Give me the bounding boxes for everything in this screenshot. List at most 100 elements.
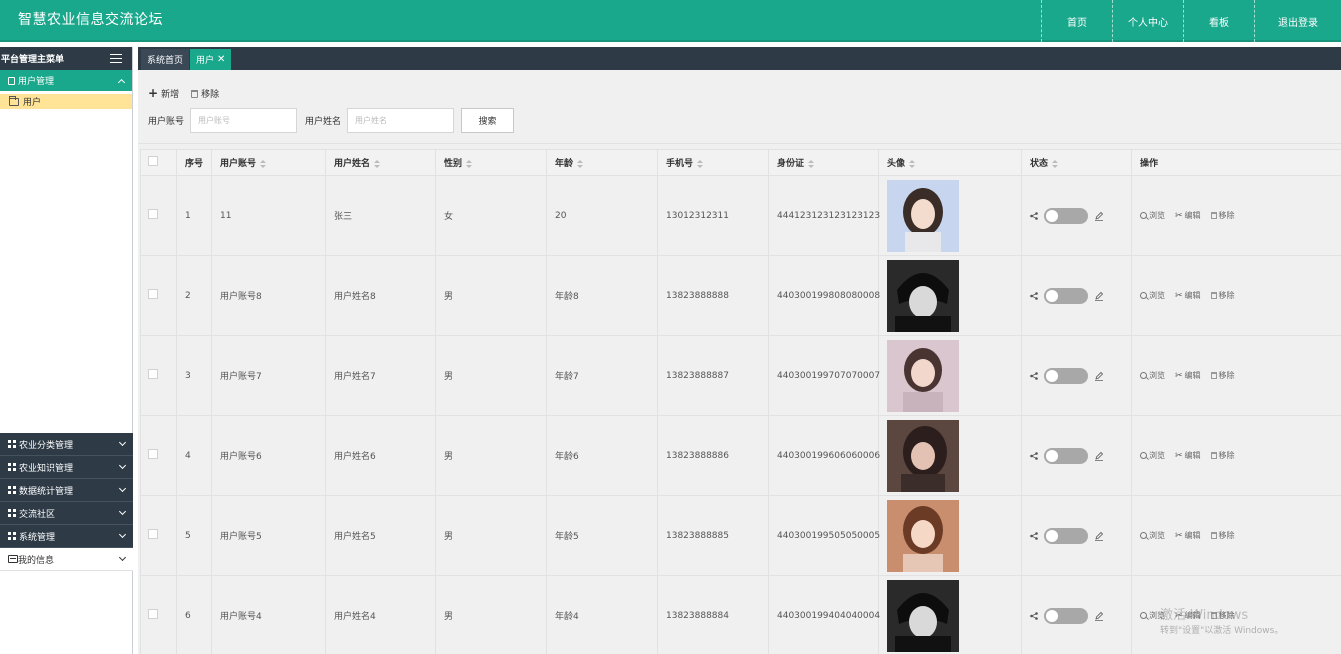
status-toggle[interactable] [1044,607,1088,624]
col-gender[interactable]: 性别 [435,149,547,176]
view-button[interactable]: 浏览 [1140,370,1165,381]
share-icon[interactable] [1030,291,1038,300]
share-icon[interactable] [1030,611,1038,620]
row-checkbox[interactable] [148,529,158,539]
tab-user[interactable]: 用户 ✕ [190,49,232,70]
edit-button[interactable]: ✂ 编辑 [1175,610,1201,621]
col-status[interactable]: 状态 [1021,149,1132,176]
edit-pen-icon[interactable] [1094,451,1104,461]
col-name[interactable]: 用户姓名 [325,149,436,176]
view-button[interactable]: 浏览 [1140,450,1165,461]
remove-button[interactable]: 移除 [191,87,219,100]
cell-gender: 男 [435,415,547,496]
view-button[interactable]: 浏览 [1140,530,1165,541]
tab-system-home[interactable]: 系统首页 [141,49,190,70]
close-icon[interactable]: ✕ [217,54,225,65]
cell-name: 用户姓名5 [325,495,436,576]
delete-label: 移除 [1218,531,1235,540]
cell-status [1021,415,1132,496]
delete-button[interactable]: 移除 [1210,450,1235,461]
sidebar-group-category[interactable]: 农业分类管理 [0,433,133,456]
nav-personal-center[interactable]: 个人中心 [1112,0,1183,42]
sort-icon[interactable] [697,159,704,168]
edit-button[interactable]: ✂ 编辑 [1175,370,1201,381]
edit-button[interactable]: ✂ 编辑 [1175,450,1201,461]
sidebar-group-label: 交流社区 [19,509,56,520]
share-icon[interactable] [1030,451,1038,460]
name-label: 用户姓名 [305,117,342,127]
edit-pen-icon[interactable] [1094,531,1104,541]
sort-icon[interactable] [374,159,381,168]
sidebar-item-my-info[interactable]: 我的信息 [0,548,133,571]
search-form: 用户账号 用户姓名 搜索 [148,108,515,133]
col-phone[interactable]: 手机号 [657,149,769,176]
name-search-input[interactable] [347,108,455,133]
status-toggle[interactable] [1044,447,1088,464]
sort-icon[interactable] [808,159,815,168]
col-id-card[interactable]: 身份证 [768,149,879,176]
remove-button-label: 移除 [201,90,220,100]
edit-button[interactable]: ✂ 编辑 [1175,530,1201,541]
edit-pen-icon[interactable] [1094,211,1104,221]
cell-id-card: 440300199404040004 [768,575,880,654]
edit-label: 编辑 [1184,291,1201,300]
sidebar-group-community[interactable]: 交流社区 [0,502,133,525]
sidebar-group-statistics[interactable]: 数据统计管理 [0,479,133,502]
delete-button[interactable]: 移除 [1210,290,1235,301]
edit-button[interactable]: ✂ 编辑 [1175,290,1201,301]
add-button[interactable]: + 新增 [148,87,179,100]
share-icon[interactable] [1030,531,1038,540]
sort-icon[interactable] [1052,159,1059,168]
col-avatar[interactable]: 头像 [878,149,1022,176]
user-table: 序号 用户账号 用户姓名 性别 年龄 手机号 身份证 头像 状态 操作 1 11 张… [140,149,1341,654]
col-age[interactable]: 年龄 [546,149,658,176]
grid-icon [8,486,16,494]
row-checkbox[interactable] [148,609,158,619]
nav-home[interactable]: 首页 [1041,0,1112,42]
cell-id-card: 440300199808080008 [768,255,880,336]
menu-toggle-icon[interactable] [110,54,122,63]
cell-index: 5 [176,495,212,576]
nav-dashboard[interactable]: 看板 [1183,0,1254,42]
row-checkbox[interactable] [148,369,158,379]
status-toggle[interactable] [1044,367,1088,384]
view-button[interactable]: 浏览 [1140,290,1165,301]
status-toggle[interactable] [1044,287,1088,304]
row-checkbox[interactable] [148,449,158,459]
select-all-checkbox[interactable] [148,156,158,166]
status-toggle[interactable] [1044,527,1088,544]
status-toggle[interactable] [1044,207,1088,224]
edit-pen-icon[interactable] [1094,291,1104,301]
view-button[interactable]: 浏览 [1140,210,1165,221]
cell-actions: 浏览 ✂ 编辑 移除 [1131,415,1341,496]
share-icon[interactable] [1030,211,1038,220]
edit-pen-icon[interactable] [1094,611,1104,621]
account-search-input[interactable] [190,108,298,133]
row-checkbox[interactable] [148,289,158,299]
sidebar-group-user-management[interactable]: 用户管理 [0,70,132,91]
sort-icon[interactable] [260,159,267,168]
delete-button[interactable]: 移除 [1210,370,1235,381]
nav-logout[interactable]: 退出登录 [1254,0,1341,42]
row-select-cell [140,575,177,654]
sort-icon[interactable] [909,159,916,168]
sidebar-item-label: 我的信息 [18,555,55,566]
delete-button[interactable]: 移除 [1210,610,1235,621]
sort-icon[interactable] [466,159,473,168]
cell-actions: 浏览 ✂ 编辑 移除 [1131,255,1341,336]
cell-name: 用户姓名7 [325,335,436,416]
edit-pen-icon[interactable] [1094,371,1104,381]
col-account[interactable]: 用户账号 [211,149,326,176]
sidebar-item-user[interactable]: 用户 [0,94,132,109]
sidebar-group-system[interactable]: 系统管理 [0,525,133,548]
share-icon[interactable] [1030,371,1038,380]
edit-button[interactable]: ✂ 编辑 [1175,210,1201,221]
cell-account: 用户账号5 [211,495,326,576]
search-button[interactable]: 搜索 [461,108,515,133]
delete-button[interactable]: 移除 [1210,530,1235,541]
row-checkbox[interactable] [148,209,158,219]
sidebar-group-knowledge[interactable]: 农业知识管理 [0,456,133,479]
delete-button[interactable]: 移除 [1210,210,1235,221]
view-button[interactable]: 浏览 [1140,610,1165,621]
sort-icon[interactable] [577,159,584,168]
